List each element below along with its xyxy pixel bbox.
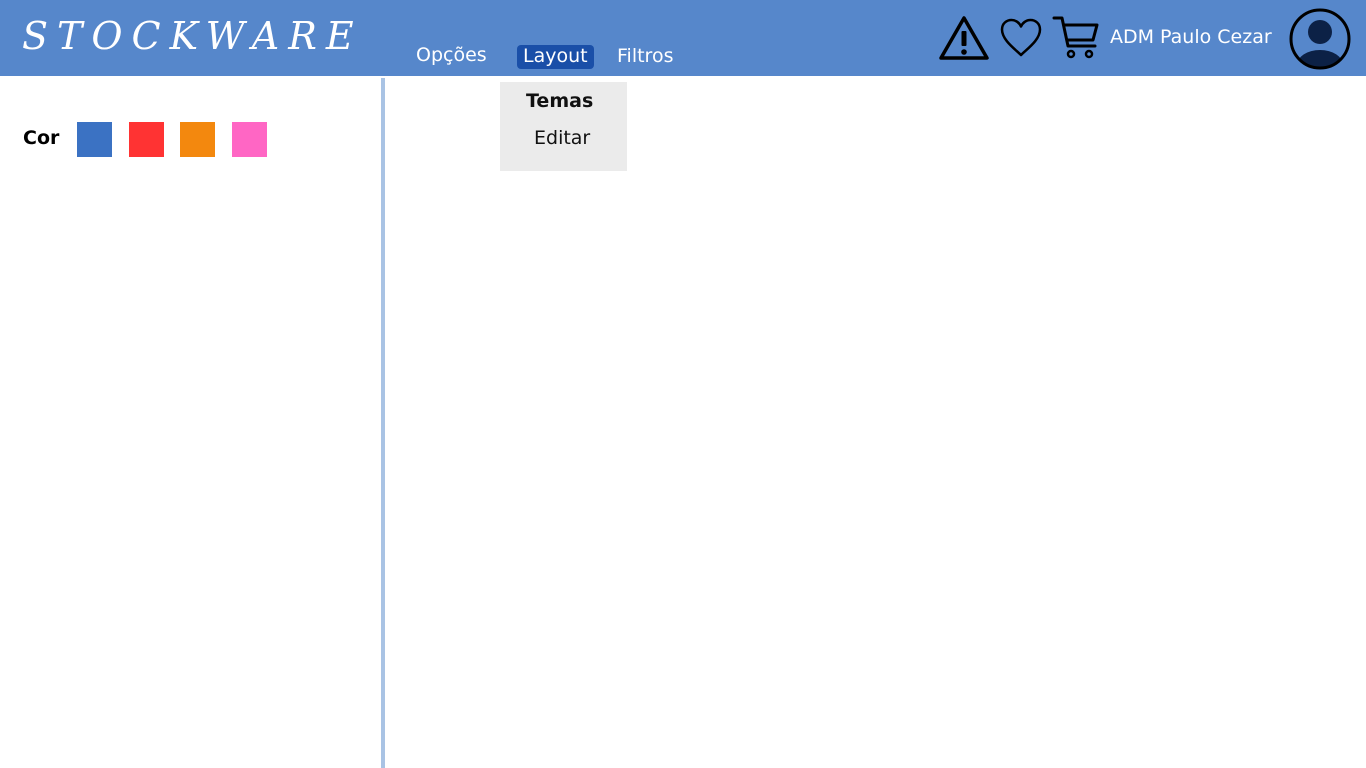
sidebar bbox=[0, 76, 381, 768]
dropdown-item-temas[interactable]: Temas bbox=[526, 90, 593, 112]
top-bar: STOCKWARE Opções Layout Filtros ADM Paul… bbox=[0, 0, 1366, 76]
heart-icon[interactable] bbox=[998, 16, 1044, 60]
warning-icon[interactable] bbox=[938, 14, 990, 62]
user-avatar-icon[interactable] bbox=[1288, 7, 1352, 71]
menu-layout[interactable]: Layout bbox=[517, 45, 594, 69]
color-swatch-orange[interactable] bbox=[180, 122, 215, 157]
brand-logo[interactable]: STOCKWARE bbox=[22, 14, 363, 58]
dropdown-item-editar[interactable]: Editar bbox=[534, 127, 590, 149]
menu-opcoes[interactable]: Opções bbox=[416, 44, 487, 66]
color-label: Cor bbox=[23, 127, 60, 149]
sidebar-divider[interactable] bbox=[381, 78, 385, 768]
menu-filtros[interactable]: Filtros bbox=[617, 45, 673, 67]
layout-dropdown-menu: Temas Editar bbox=[500, 82, 627, 171]
color-swatch-blue[interactable] bbox=[77, 122, 112, 157]
user-name[interactable]: ADM Paulo Cezar bbox=[1110, 26, 1272, 48]
cart-icon[interactable] bbox=[1052, 14, 1100, 62]
color-swatch-pink[interactable] bbox=[232, 122, 267, 157]
color-swatch-red[interactable] bbox=[129, 122, 164, 157]
